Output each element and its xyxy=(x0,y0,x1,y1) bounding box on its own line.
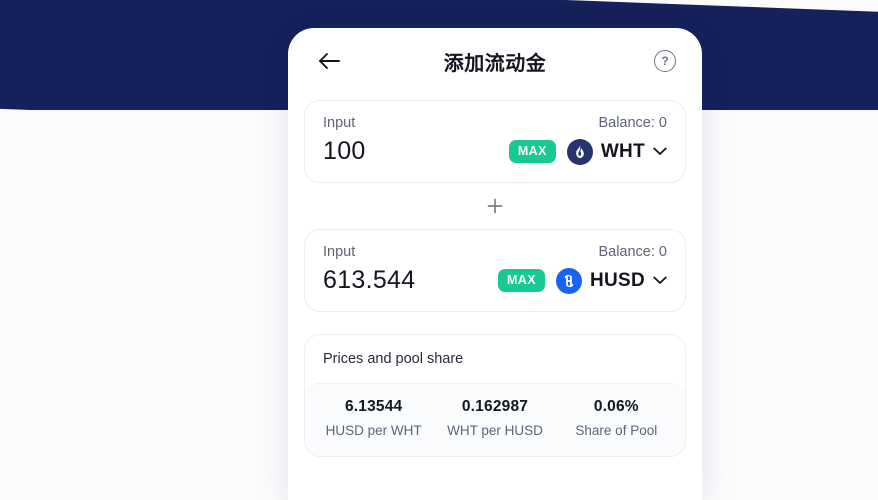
input-label: Input xyxy=(323,244,356,260)
input-card-wht-top: Input Balance: 0 xyxy=(323,115,667,131)
price-value: 6.13544 xyxy=(344,398,403,415)
liquidity-panel: 添加流动金 ? Input Balance: 0 100 MAX WHT Inp… xyxy=(288,28,702,500)
app-root: 添加流动金 ? Input Balance: 0 100 MAX WHT Inp… xyxy=(0,0,878,500)
husd-icon xyxy=(555,267,582,294)
wht-flame-icon xyxy=(566,138,593,165)
price-stat-wht-per-husd: 0.162987 WHT per HUSD xyxy=(434,398,555,438)
amount-input-wht[interactable]: 100 xyxy=(323,137,366,166)
price-stat-share-of-pool: 0.06% Share of Pool xyxy=(556,398,677,438)
input-label: Input xyxy=(323,115,356,131)
price-value: 0.162987 xyxy=(461,398,529,415)
prices-pool-share-card: Prices and pool share 6.13544 HUSD per W… xyxy=(304,334,686,457)
back-button[interactable] xyxy=(314,46,344,76)
page-title: 添加流动金 xyxy=(443,52,547,75)
price-caption: HUSD per WHT xyxy=(325,423,422,438)
help-circle-icon[interactable]: ? xyxy=(654,50,676,72)
panel-header: 添加流动金 ? xyxy=(288,28,702,94)
prices-stats-row: 6.13544 HUSD per WHT 0.162987 WHT per HU… xyxy=(305,383,685,456)
price-value: 0.06% xyxy=(593,398,639,415)
max-button-husd[interactable]: MAX xyxy=(497,269,545,292)
amount-input-husd[interactable]: 613.544 xyxy=(323,266,415,295)
input-card-wht-bottom: 100 MAX WHT xyxy=(323,137,667,166)
token-controls-wht: MAX WHT xyxy=(508,138,667,165)
price-stat-husd-per-wht: 6.13544 HUSD per WHT xyxy=(313,398,434,438)
prices-card-title: Prices and pool share xyxy=(323,351,464,367)
panel-body: Input Balance: 0 100 MAX WHT Input Balan… xyxy=(288,94,702,457)
balance-label: Balance: 0 xyxy=(598,244,667,260)
input-card-husd-top: Input Balance: 0 xyxy=(323,244,667,260)
balance-label: Balance: 0 xyxy=(598,115,667,131)
input-card-wht: Input Balance: 0 100 MAX WHT xyxy=(304,100,686,183)
price-caption: WHT per HUSD xyxy=(447,423,543,438)
chevron-down-icon xyxy=(653,276,667,285)
token-controls-husd: MAX HUSD xyxy=(497,267,667,294)
plus-separator: + xyxy=(304,183,686,229)
token-select-husd[interactable]: HUSD xyxy=(555,267,667,294)
price-caption: Share of Pool xyxy=(575,423,658,438)
token-symbol-husd: HUSD xyxy=(589,269,645,291)
chevron-down-icon xyxy=(653,147,667,156)
input-card-husd-bottom: 613.544 MAX HUSD xyxy=(323,266,667,295)
max-button-wht[interactable]: MAX xyxy=(508,140,556,163)
input-card-husd: Input Balance: 0 613.544 MAX HUSD xyxy=(304,229,686,312)
token-select-wht[interactable]: WHT xyxy=(566,138,667,165)
help-glyph: ? xyxy=(661,54,669,68)
token-symbol-wht: WHT xyxy=(600,140,645,162)
